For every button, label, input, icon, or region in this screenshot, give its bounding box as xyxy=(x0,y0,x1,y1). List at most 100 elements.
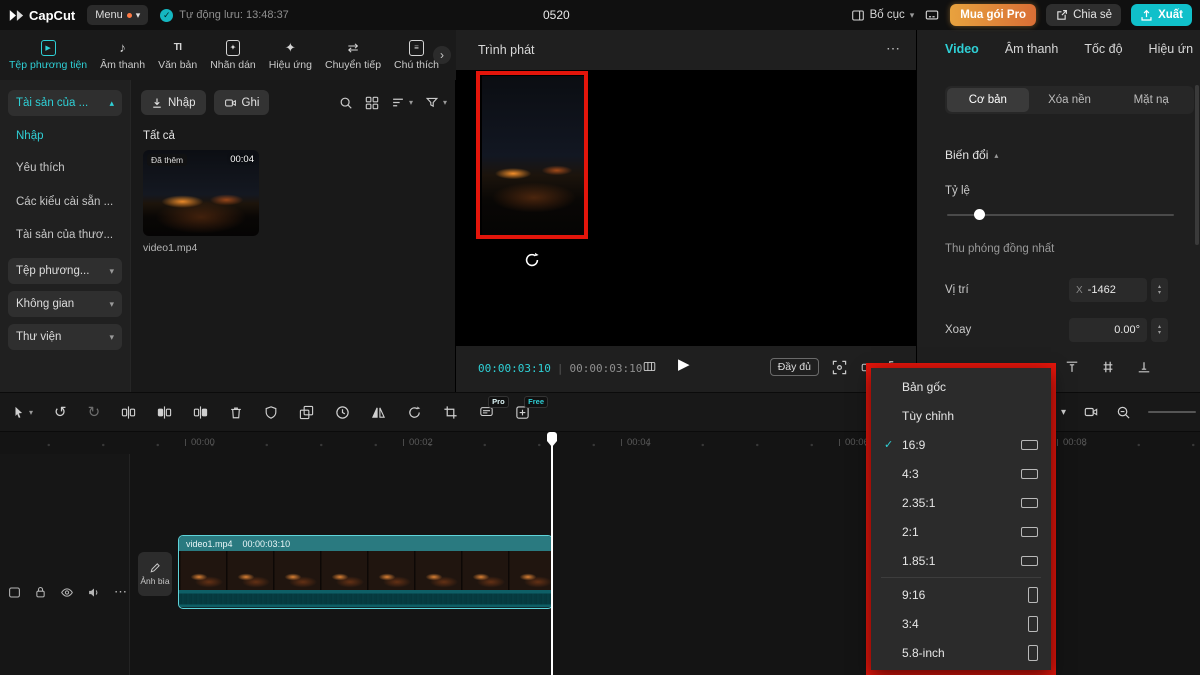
speed-tool[interactable] xyxy=(335,405,350,420)
timeline-zoom-slider[interactable] xyxy=(1148,411,1196,413)
speaker-icon[interactable] xyxy=(87,586,101,599)
menu-item-9-16[interactable]: 9:16 xyxy=(871,580,1051,609)
rotate-stepper[interactable] xyxy=(1151,318,1168,342)
tab-effects-props[interactable]: Hiệu ứn xyxy=(1149,42,1194,56)
menu-button[interactable]: Menu xyxy=(87,5,148,25)
delete-right-tool[interactable] xyxy=(193,405,208,420)
focus-icon[interactable] xyxy=(832,360,847,375)
sidebar-item-brand-assets[interactable]: Tài sản của thươ... xyxy=(16,229,113,241)
delete-left-tool[interactable] xyxy=(157,405,172,420)
panel-icon[interactable] xyxy=(924,8,940,22)
cover-button[interactable]: Ảnh bìa xyxy=(138,552,172,596)
sidebar-item-presets[interactable]: Các kiểu cài sẵn ... xyxy=(16,196,113,208)
buy-pro-button[interactable]: Mua gói Pro xyxy=(950,4,1036,26)
capcut-logo[interactable]: CapCut xyxy=(8,8,75,23)
delete-tool[interactable] xyxy=(229,405,243,420)
menu-item-1-85-1[interactable]: 1.85:1 xyxy=(871,546,1051,575)
caption-tool[interactable]: Pro xyxy=(479,405,494,419)
landscape-ratio-icon xyxy=(1021,556,1038,566)
layout-button[interactable]: Bố cục xyxy=(851,9,915,22)
sidebar-item-favorites[interactable]: Yêu thích xyxy=(16,162,65,174)
rotate-tool[interactable] xyxy=(407,405,422,420)
track-thumbnail-icon[interactable] xyxy=(8,586,21,599)
filter-all-label[interactable]: Tất cả xyxy=(143,130,175,142)
timeline-options-button[interactable] xyxy=(1061,407,1066,418)
align-bottom-icon[interactable] xyxy=(1137,360,1151,374)
crop-tool[interactable] xyxy=(443,405,458,420)
menu-item-2-1[interactable]: 2:1 xyxy=(871,517,1051,546)
sidebar-item-media-files[interactable]: Tệp phương... xyxy=(8,258,122,284)
menu-item-2-35-1[interactable]: 2.35:1 xyxy=(871,488,1051,517)
subtab-remove-bg[interactable]: Xóa nền xyxy=(1029,88,1111,112)
subtab-basic[interactable]: Cơ bản xyxy=(947,88,1029,112)
tab-speed[interactable]: Tốc độ xyxy=(1084,42,1122,56)
menu-item-original[interactable]: Bản gốc xyxy=(871,372,1051,401)
sidebar-item-import[interactable]: Nhập xyxy=(16,130,44,142)
redo-button[interactable] xyxy=(88,403,101,421)
align-center-icon[interactable] xyxy=(1101,360,1115,374)
align-top-icon[interactable] xyxy=(1065,360,1079,374)
track-more-button[interactable] xyxy=(114,584,127,600)
preview-video-content[interactable] xyxy=(482,76,586,236)
preview-axis-icon[interactable] xyxy=(1083,405,1099,419)
select-tool[interactable] xyxy=(12,405,33,420)
shield-tool[interactable] xyxy=(264,405,278,420)
timeline-clip[interactable]: video1.mp4 00:00:03:10 xyxy=(178,535,553,609)
tab-audio[interactable]: Âm thanh xyxy=(97,38,148,73)
preview-stage[interactable] xyxy=(456,70,916,346)
media-clip-thumbnail[interactable]: Đã thêm 00:04 xyxy=(143,150,259,236)
play-button[interactable] xyxy=(678,355,690,373)
tab-audio-props[interactable]: Âm thanh xyxy=(1005,42,1059,56)
tab-text[interactable]: Văn bản xyxy=(155,38,200,73)
zoom-out-icon[interactable] xyxy=(1116,405,1131,420)
tab-media[interactable]: Tệp phương tiện xyxy=(6,38,90,73)
template-tool[interactable]: Free xyxy=(515,405,530,420)
fullscreen-quality-button[interactable]: Đầy đủ xyxy=(770,358,819,376)
sidebar-item-spaces[interactable]: Không gian xyxy=(8,291,122,317)
lock-icon[interactable] xyxy=(34,585,47,599)
overlay-tool[interactable] xyxy=(299,405,314,420)
scrollbar[interactable] xyxy=(1195,85,1199,245)
transform-section-header[interactable]: Biến đổi xyxy=(945,148,998,162)
split-tool[interactable] xyxy=(121,405,136,420)
export-button[interactable]: Xuất xyxy=(1131,4,1192,26)
tab-stickers[interactable]: Nhãn dán xyxy=(207,38,259,73)
rotate-handle-icon[interactable] xyxy=(522,250,542,270)
scale-slider[interactable] xyxy=(947,214,1174,216)
search-icon[interactable] xyxy=(339,96,353,110)
rotate-input[interactable]: 0.00° xyxy=(1069,318,1147,342)
menu-item-16-9[interactable]: 16:9 xyxy=(871,430,1051,459)
tab-transitions[interactable]: Chuyển tiếp xyxy=(322,38,384,73)
menu-item-5-8-inch[interactable]: 5.8-inch xyxy=(871,638,1051,667)
menu-item-custom[interactable]: Tùy chỉnh xyxy=(871,401,1051,430)
sidebar-item-library[interactable]: Thư viện xyxy=(8,324,122,350)
tab-video[interactable]: Video xyxy=(945,42,979,56)
sort-icon[interactable] xyxy=(391,96,405,109)
rotate-label: Xoay xyxy=(945,324,971,336)
share-button[interactable]: Chia sẻ xyxy=(1046,4,1121,26)
chevron-down-icon xyxy=(109,332,114,343)
mirror-tool[interactable] xyxy=(371,405,386,420)
menu-item-4-3[interactable]: 4:3 xyxy=(871,459,1051,488)
subtab-mask[interactable]: Mặt nạ xyxy=(1110,88,1192,112)
position-x-input[interactable]: X -1462 xyxy=(1069,278,1147,302)
preview-more-button[interactable] xyxy=(886,40,900,57)
more-tabs-button[interactable] xyxy=(433,46,451,64)
import-button[interactable]: Nhập xyxy=(141,90,206,115)
frame-view-icon[interactable] xyxy=(642,360,657,373)
tab-effects[interactable]: Hiệu ứng xyxy=(266,38,315,73)
record-button[interactable]: Ghi xyxy=(214,90,270,115)
preview-section: Trình phát 00:00:03:10|00:00:03:10 Đầy đ… xyxy=(456,30,916,392)
sidebar-item-label: Tài sản của thươ... xyxy=(16,229,113,241)
menu-item-3-4[interactable]: 3:4 xyxy=(871,609,1051,638)
stepper-down-icon[interactable] xyxy=(1158,290,1161,296)
position-stepper[interactable] xyxy=(1151,278,1168,302)
filter-icon[interactable] xyxy=(425,96,439,109)
stepper-down-icon[interactable] xyxy=(1158,330,1161,336)
eye-icon[interactable] xyxy=(60,586,74,599)
grid-view-icon[interactable] xyxy=(365,96,379,110)
record-label: Ghi xyxy=(242,97,260,109)
undo-button[interactable] xyxy=(54,403,67,421)
sidebar-item-my-assets[interactable]: Tài sản của ... xyxy=(8,90,122,116)
slider-knob[interactable] xyxy=(974,209,985,220)
